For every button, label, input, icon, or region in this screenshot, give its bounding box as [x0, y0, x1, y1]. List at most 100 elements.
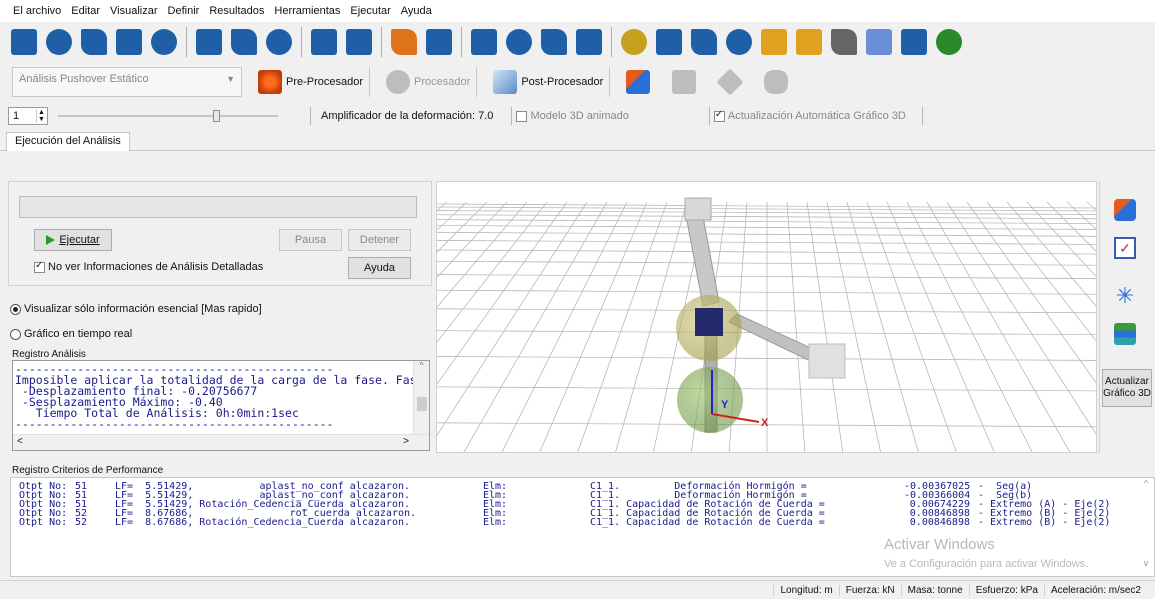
option-essential-radio[interactable] — [10, 303, 21, 315]
shapes-icon[interactable] — [1114, 199, 1136, 221]
print-preview-icon[interactable] — [263, 26, 295, 58]
table-edit-icon[interactable] — [423, 26, 455, 58]
mode-toolbar: Análisis Pushover Estático ▼ Pre-Procesa… — [0, 62, 1155, 102]
save-icon[interactable] — [78, 26, 110, 58]
grid-line — [806, 201, 844, 452]
divider — [511, 107, 513, 125]
deformation-slider[interactable] — [58, 107, 278, 125]
brush-icon[interactable] — [618, 26, 650, 58]
pause-button[interactable]: Pausa — [279, 229, 342, 251]
film-icon[interactable] — [828, 26, 860, 58]
table-icon[interactable] — [388, 26, 420, 58]
book-icon[interactable] — [688, 26, 720, 58]
tree-icon-shape — [471, 29, 497, 55]
tree-icon[interactable] — [468, 26, 500, 58]
tab-ejecucion-analisis[interactable]: Ejecución del Análisis — [6, 132, 130, 151]
stop-icon[interactable] — [503, 26, 535, 58]
report-icon[interactable] — [193, 26, 225, 58]
no-detailed-info-toggle[interactable]: No ver Informaciones de Análisis Detalla… — [34, 260, 263, 273]
step-spinner[interactable]: 1 ▲ ▼ — [8, 107, 48, 125]
book-icon-shape — [691, 29, 717, 55]
disk-icon[interactable] — [148, 26, 180, 58]
open-icon[interactable] — [43, 26, 75, 58]
spinner-arrows-icon[interactable]: ▲ ▼ — [36, 109, 46, 123]
menu-item-editar[interactable]: Editar — [66, 5, 105, 17]
table-icon-shape — [391, 29, 417, 55]
properties-icon[interactable] — [113, 26, 145, 58]
print-icon[interactable] — [228, 26, 260, 58]
processor-button[interactable]: Procesador — [380, 67, 478, 97]
axis-star-icon[interactable]: ✳ — [1114, 285, 1136, 307]
scroll-left-icon[interactable]: < — [17, 436, 23, 447]
layers-icon[interactable] — [1114, 323, 1136, 345]
post-processor-button[interactable]: Post-Procesador — [487, 67, 611, 97]
new-icon-shape — [11, 29, 37, 55]
new-icon[interactable] — [8, 26, 40, 58]
shapes-button[interactable] — [620, 67, 656, 97]
log-scroll-thumb[interactable] — [417, 397, 427, 411]
central-node-cube — [695, 308, 723, 336]
globe-icon[interactable] — [933, 26, 965, 58]
option-realtime-label: Gráfico en tiempo real — [24, 328, 133, 340]
scroll-up-icon[interactable]: ^ — [414, 361, 429, 370]
gear-icon[interactable] — [573, 26, 605, 58]
diamond-button[interactable] — [712, 67, 748, 97]
option-realtime-radio[interactable] — [10, 328, 21, 340]
toolbar-separator — [611, 27, 612, 57]
square-button[interactable] — [666, 67, 702, 97]
chat-icon[interactable] — [793, 26, 825, 58]
performance-scrollbar[interactable]: ^ v — [1139, 478, 1153, 576]
help-icon[interactable] — [653, 26, 685, 58]
autoupdate-toggle[interactable]: Actualización Automática Gráfico 3D — [713, 109, 906, 122]
pre-processor-button[interactable]: Pre-Procesador — [252, 67, 371, 97]
scroll-down-icon[interactable]: v — [1139, 558, 1153, 568]
performance-log-label: Registro Criterios de Performance — [12, 465, 164, 476]
menu-item-visualizar[interactable]: Visualizar — [105, 5, 163, 17]
toolbar-separator — [461, 27, 462, 57]
menu-item-resultados[interactable]: Resultados — [204, 5, 269, 17]
settings-icon[interactable] — [538, 26, 570, 58]
main-toolbar — [0, 22, 1155, 62]
analysis-type-select[interactable]: Análisis Pushover Estático ▼ — [12, 67, 242, 97]
redo-icon[interactable] — [343, 26, 375, 58]
users-button[interactable] — [758, 67, 794, 97]
chevron-down-icon: ▼ — [226, 74, 235, 84]
slider-thumb[interactable] — [213, 110, 221, 122]
performance-cell: - Extremo (B) - Eje(2) — [978, 517, 1111, 528]
grid-line — [1006, 201, 1096, 307]
speech-icon[interactable] — [863, 26, 895, 58]
folder-icon-shape — [761, 29, 787, 55]
log-vertical-scrollbar[interactable]: ^ — [413, 361, 429, 435]
performance-cell: 0.00846898 — [909, 517, 970, 528]
autoupdate-checkbox[interactable] — [713, 109, 725, 122]
model3d-toggle[interactable]: Modelo 3D animado — [516, 110, 629, 122]
book-check-icon[interactable] — [723, 26, 755, 58]
scroll-up-icon[interactable]: ^ — [1139, 478, 1153, 488]
folder-icon[interactable] — [758, 26, 790, 58]
scroll-right-icon[interactable]: > — [403, 436, 409, 447]
registro-analisis-label: Registro Análisis — [12, 349, 86, 360]
no-detailed-info-checkbox[interactable] — [34, 260, 45, 273]
menu-item-herramientas[interactable]: Herramientas — [269, 5, 345, 17]
model3d-checkbox[interactable] — [516, 110, 528, 122]
grid-line — [437, 201, 488, 253]
autoupdate-label: Actualización Automática Gráfico 3D — [727, 110, 906, 122]
run-button[interactable]: Ejecutar — [34, 229, 112, 251]
menu-item-ejecutar[interactable]: Ejecutar — [345, 5, 395, 17]
analysis-log[interactable]: ----------------------------------------… — [12, 360, 430, 451]
option-realtime[interactable]: Gráfico en tiempo real — [10, 328, 132, 340]
log-horizontal-scrollbar[interactable]: < > — [13, 434, 429, 450]
model3d-label: Modelo 3D animado — [530, 110, 629, 122]
help-button[interactable]: Ayuda — [348, 257, 411, 279]
option-essential[interactable]: Visualizar sólo información esencial [Ma… — [10, 303, 262, 315]
menu-item-definir[interactable]: Definir — [163, 5, 205, 17]
unit-force: Fuerza: kN — [838, 584, 901, 596]
checklist-icon[interactable]: ✓ — [1114, 237, 1136, 259]
update-3d-button[interactable]: Actualizar Gráfico 3D — [1102, 369, 1152, 407]
menu-item-ayuda[interactable]: Ayuda — [396, 5, 437, 17]
3d-viewport[interactable]: Y X — [436, 181, 1097, 453]
menu-item-el-archivo[interactable]: El archivo — [8, 5, 66, 17]
pen-icon[interactable] — [898, 26, 930, 58]
stop-button[interactable]: Detener — [348, 229, 411, 251]
undo-icon[interactable] — [308, 26, 340, 58]
